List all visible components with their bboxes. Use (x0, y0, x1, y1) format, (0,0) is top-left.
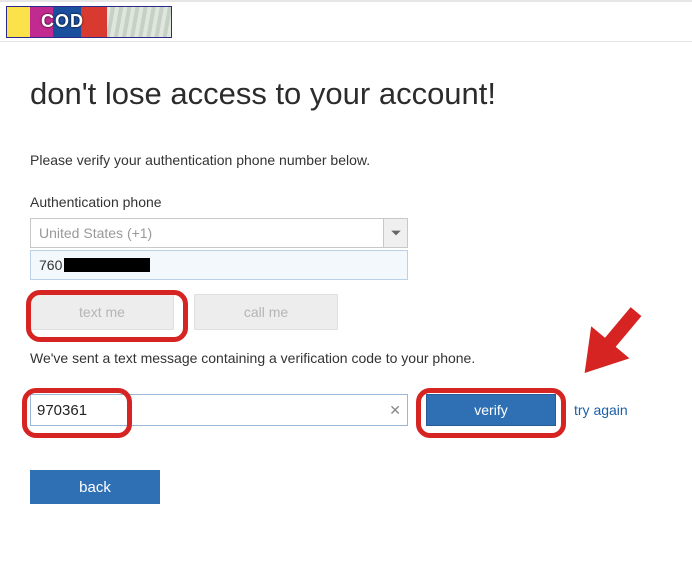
top-bar: COD (0, 0, 692, 42)
code-input-wrap[interactable]: ✕ (30, 394, 408, 426)
brand-logo-text: COD (41, 11, 84, 32)
main-content: don't lose access to your account! Pleas… (0, 42, 692, 504)
phone-input[interactable]: 760 (30, 250, 408, 280)
verify-button[interactable]: verify (426, 394, 556, 426)
verification-code-input[interactable] (37, 402, 389, 419)
call-me-button[interactable]: call me (194, 294, 338, 330)
phone-redacted (64, 258, 150, 272)
instruction-text: Please verify your authentication phone … (30, 152, 662, 168)
back-button[interactable]: back (30, 470, 160, 504)
text-me-button[interactable]: text me (30, 294, 174, 330)
country-select[interactable]: United States (+1) (30, 218, 408, 248)
sent-message: We've sent a text message containing a v… (30, 350, 662, 366)
clear-icon[interactable]: ✕ (389, 402, 401, 419)
phone-prefix: 760 (39, 257, 62, 273)
send-button-row: text me call me (30, 294, 662, 330)
verify-row: ✕ verify try again (30, 394, 662, 426)
page-title: don't lose access to your account! (30, 76, 662, 112)
chevron-down-icon (383, 219, 407, 247)
brand-logo: COD (6, 6, 172, 38)
phone-label: Authentication phone (30, 194, 662, 210)
country-select-value: United States (+1) (39, 225, 152, 241)
try-again-link[interactable]: try again (574, 402, 628, 418)
